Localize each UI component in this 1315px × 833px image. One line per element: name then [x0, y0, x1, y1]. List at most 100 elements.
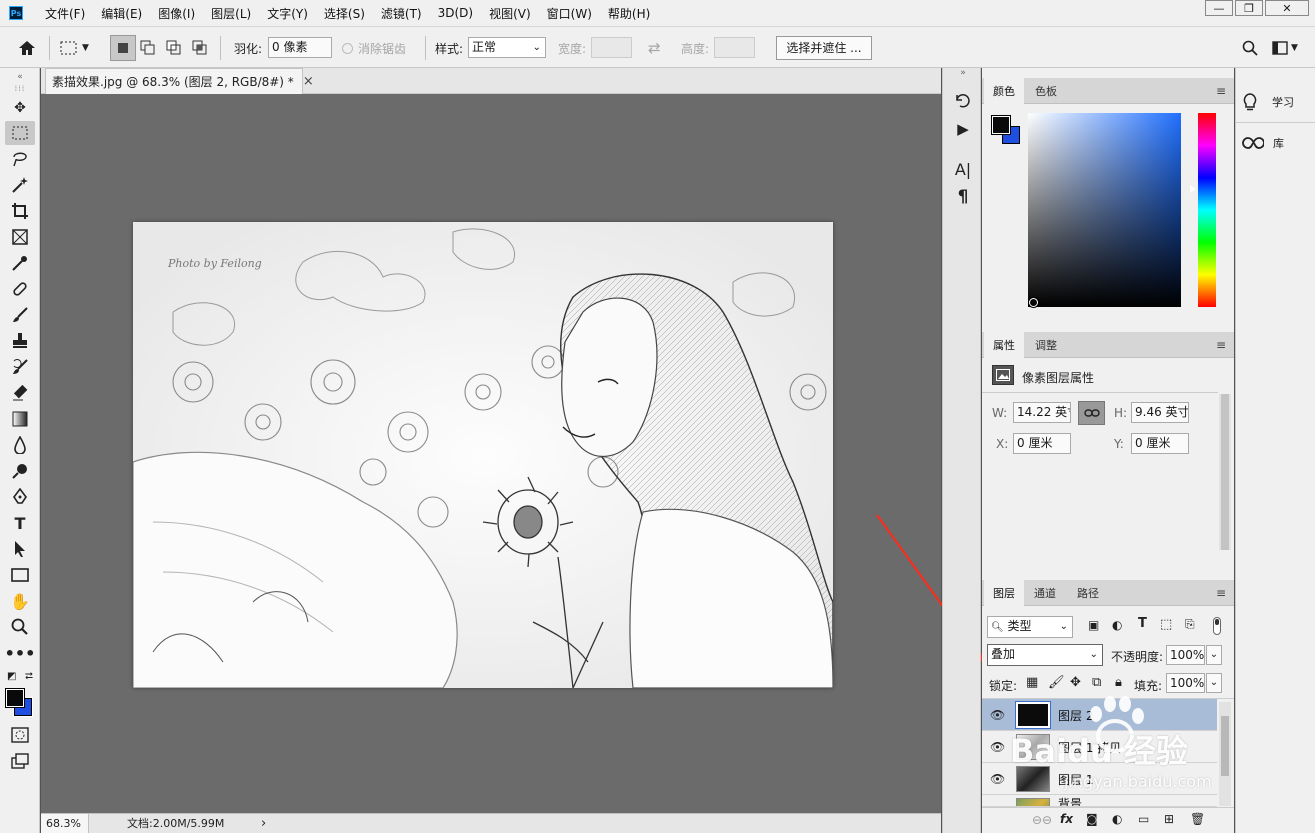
menu-help[interactable]: 帮助(H) — [600, 5, 658, 22]
layer-row[interactable]: 背景 — [982, 795, 1217, 807]
height-field[interactable]: 9.46 英寸 — [1131, 402, 1189, 423]
more-tools-icon[interactable]: ••• — [5, 641, 36, 665]
properties-scroll-thumb[interactable] — [1221, 394, 1229, 550]
layer-style-fx-icon[interactable]: fx — [1060, 812, 1073, 826]
grip-icon[interactable]: ⁞⁞⁞ — [5, 84, 35, 93]
filter-toggle[interactable] — [1213, 617, 1221, 635]
select-and-mask-button[interactable]: 选择并遮住 ... — [776, 36, 872, 60]
home-button[interactable] — [18, 27, 36, 69]
antialias-checkbox[interactable]: 消除锯齿 — [342, 27, 406, 69]
dodge-tool-icon[interactable] — [5, 459, 35, 483]
collapse-arrows-icon[interactable]: « — [5, 72, 35, 82]
menu-filter[interactable]: 滤镜(T) — [373, 5, 430, 22]
color-panel-swatches[interactable] — [991, 115, 1022, 146]
status-menu-arrow[interactable]: › — [261, 814, 266, 833]
panel-menu-icon[interactable]: ≡ — [1216, 338, 1226, 352]
panel-menu-icon[interactable]: ≡ — [1216, 84, 1226, 98]
stamp-tool-icon[interactable] — [5, 329, 35, 353]
color-field[interactable] — [1028, 113, 1181, 307]
healing-brush-tool-icon[interactable] — [5, 277, 35, 301]
learn-panel-button[interactable]: 学习 — [1242, 88, 1312, 116]
doc-size-info[interactable]: 文档:2.00M/5.99M — [127, 814, 224, 833]
fill-input[interactable]: 100% — [1166, 673, 1205, 693]
foreground-color-swatch[interactable] — [991, 115, 1011, 135]
restore-button[interactable]: ❐ — [1235, 0, 1263, 16]
move-tool-icon[interactable]: ✥ — [5, 96, 35, 120]
hand-tool-icon[interactable]: ✋ — [5, 589, 35, 613]
default-colors-icon[interactable]: ◩ — [7, 671, 16, 682]
hue-slider-handle[interactable] — [1190, 185, 1196, 193]
crop-tool-icon[interactable] — [5, 199, 35, 223]
swap-colors-icon[interactable]: ⮂ — [25, 671, 33, 682]
close-tab-icon[interactable]: × — [303, 74, 314, 89]
properties-scrollbar[interactable] — [1219, 394, 1231, 550]
screen-mode-icon[interactable] — [5, 749, 35, 773]
document-tab[interactable]: 素描效果.jpg @ 68.3% (图层 2, RGB/8#) * × — [45, 68, 314, 94]
new-layer-icon[interactable]: ⊞ — [1164, 812, 1174, 826]
width-input[interactable] — [591, 37, 632, 58]
character-panel-icon[interactable]: A| — [952, 158, 974, 180]
tab-layers[interactable]: 图层 — [984, 580, 1024, 606]
intersect-selection-button[interactable] — [192, 27, 208, 69]
link-dimensions-button[interactable] — [1078, 401, 1105, 425]
new-adjustment-layer-icon[interactable]: ◐ — [1112, 812, 1122, 826]
tab-properties[interactable]: 属性 — [984, 332, 1024, 358]
path-selection-tool-icon[interactable] — [5, 537, 35, 561]
expand-arrows-icon[interactable]: » — [952, 68, 974, 78]
menu-edit[interactable]: 编辑(E) — [93, 5, 150, 22]
filter-type-icon[interactable]: T — [1138, 616, 1147, 631]
new-selection-button[interactable] — [110, 35, 136, 61]
style-select[interactable]: 正常 ⌄ — [468, 37, 546, 58]
layers-scroll-thumb[interactable] — [1221, 716, 1229, 776]
menu-layer[interactable]: 图层(L) — [203, 5, 259, 22]
menu-view[interactable]: 视图(V) — [481, 5, 539, 22]
search-button[interactable] — [1242, 27, 1258, 69]
x-field[interactable]: 0 厘米 — [1013, 433, 1071, 454]
width-field[interactable]: 14.22 英寸 — [1013, 402, 1071, 423]
layer-name[interactable]: 背景 — [1058, 795, 1082, 806]
subtract-selection-button[interactable] — [166, 27, 182, 69]
pen-tool-icon[interactable] — [5, 485, 35, 509]
eyedropper-tool-icon[interactable] — [5, 251, 35, 275]
layer-filter-select[interactable]: 🔍︎ 类型 ⌄ — [987, 616, 1073, 638]
quick-mask-icon[interactable] — [5, 723, 35, 747]
lock-position-icon[interactable]: ✥ — [1070, 675, 1081, 690]
fill-dropdown-icon[interactable]: ⌄ — [1206, 673, 1222, 693]
filter-smart-object-icon[interactable]: ⎘ — [1185, 617, 1195, 632]
blur-tool-icon[interactable] — [5, 433, 35, 457]
visibility-eye-icon[interactable]: 👁︎ — [990, 772, 1005, 786]
actions-panel-icon[interactable]: ▶ — [952, 118, 974, 140]
minimize-button[interactable]: — — [1205, 0, 1233, 16]
filter-pixel-icon[interactable]: ▣ — [1088, 618, 1099, 632]
visibility-eye-icon[interactable]: 👁︎ — [990, 740, 1005, 754]
tab-color[interactable]: 颜色 — [984, 78, 1024, 104]
workspace-switcher[interactable]: ▼ — [1272, 27, 1298, 69]
delete-layer-icon[interactable]: 🗑︎ — [1190, 812, 1205, 826]
color-swap-controls[interactable]: ◩ ⮂ — [5, 668, 35, 684]
layers-scrollbar[interactable] — [1219, 702, 1231, 806]
add-selection-button[interactable] — [140, 27, 156, 69]
lock-paint-icon[interactable]: 🖌︎ — [1048, 675, 1065, 690]
frame-tool-icon[interactable] — [5, 225, 35, 249]
blend-mode-select[interactable]: 叠加 ⌄ — [987, 644, 1103, 666]
paragraph-panel-icon[interactable]: ¶ — [952, 186, 974, 208]
layer-row[interactable]: 👁︎ 图层 1 — [982, 763, 1217, 795]
height-input[interactable] — [714, 37, 755, 58]
brush-tool-icon[interactable] — [5, 303, 35, 327]
menu-3d[interactable]: 3D(D) — [430, 6, 481, 20]
tab-adjustments[interactable]: 调整 — [1026, 332, 1066, 358]
menu-select[interactable]: 选择(S) — [316, 5, 373, 22]
swap-width-height-icon[interactable]: ⇄ — [648, 27, 661, 69]
menu-window[interactable]: 窗口(W) — [539, 5, 600, 22]
visibility-eye-icon[interactable]: 👁︎ — [990, 708, 1005, 722]
filter-toggle-knob[interactable] — [1215, 619, 1219, 625]
panel-menu-icon[interactable]: ≡ — [1216, 586, 1226, 600]
lock-all-icon[interactable]: 🔒︎ — [1115, 675, 1122, 690]
menu-image[interactable]: 图像(I) — [150, 5, 203, 22]
tab-swatches[interactable]: 色板 — [1026, 78, 1066, 104]
filter-adjustment-icon[interactable]: ◐ — [1112, 618, 1122, 632]
rectangle-tool-icon[interactable] — [5, 563, 35, 587]
new-group-icon[interactable]: ▭ — [1138, 812, 1149, 826]
layer-row[interactable]: 👁︎ 图层 2 — [982, 699, 1217, 731]
layer-name[interactable]: 图层 1 — [1058, 771, 1093, 788]
